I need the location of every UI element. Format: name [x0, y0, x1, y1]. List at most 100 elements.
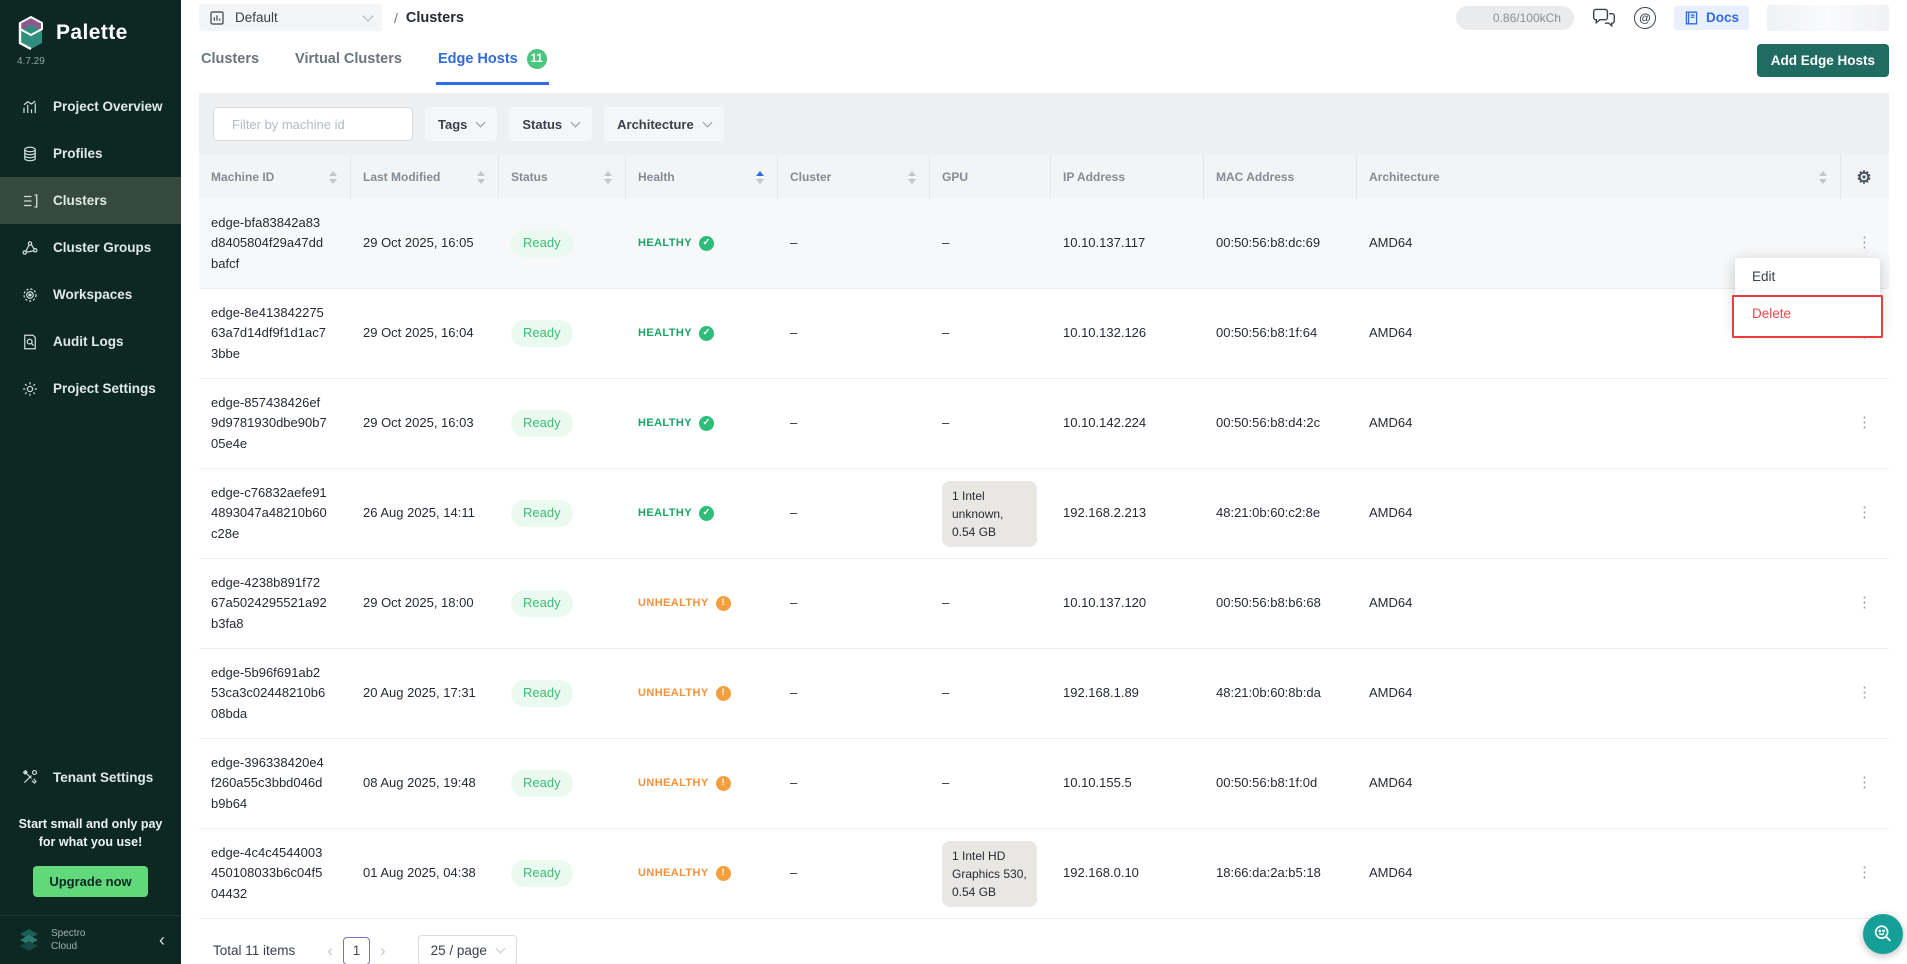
sidebar-item-workspaces[interactable]: Workspaces — [0, 271, 181, 318]
status-filter-dropdown[interactable]: Status — [509, 107, 592, 141]
status-badge: Ready — [511, 680, 573, 706]
add-edge-hosts-button[interactable]: Add Edge Hosts — [1757, 44, 1889, 77]
table-body: edge-bfa83842a83d8405804f29a47ddbafcf 29… — [199, 199, 1889, 919]
cell-mac-address: 00:50:56:b8:b6:68 — [1204, 593, 1357, 613]
table-row[interactable]: edge-396338420e4f260a55c3bbd046db9b64 08… — [199, 739, 1889, 829]
health-icon: ! — [716, 866, 731, 881]
sidebar-item-project-settings[interactable]: Project Settings — [0, 365, 181, 412]
status-badge: Ready — [511, 320, 573, 346]
col-label: Machine ID — [211, 170, 274, 184]
chevron-down-icon — [702, 117, 712, 127]
spectro-cloud-logo-icon — [16, 928, 42, 952]
context-menu-delete[interactable]: Delete — [1732, 295, 1883, 338]
sidebar-item-cluster-groups[interactable]: Cluster Groups — [0, 224, 181, 271]
mention-icon[interactable]: @ — [1634, 7, 1656, 29]
row-actions-kebab-icon[interactable]: ⋮ — [1841, 689, 1889, 697]
tab-label: Virtual Clusters — [295, 51, 402, 67]
tab-label: Clusters — [201, 51, 259, 67]
cell-gpu: 1 Intel unknown, 0.54 GB — [942, 481, 1037, 547]
col-label: Cluster — [790, 170, 831, 184]
machine-id-search[interactable] — [213, 107, 413, 141]
magnifier-smiley-icon — [1872, 923, 1894, 945]
table-row[interactable]: edge-4c4c4544003450108033b6c04f504432 01… — [199, 829, 1889, 919]
project-selector[interactable]: Default — [199, 4, 382, 31]
cell-architecture: AMD64 — [1357, 683, 1841, 703]
cell-gpu: – — [942, 415, 949, 430]
table-row[interactable]: edge-bfa83842a83d8405804f29a47ddbafcf 29… — [199, 199, 1889, 289]
cell-last-modified: 08 Aug 2025, 19:48 — [351, 773, 499, 793]
column-settings[interactable]: ⚙ — [1841, 155, 1889, 199]
col-health[interactable]: Health — [626, 155, 778, 199]
row-actions-kebab-icon[interactable]: ⋮ — [1841, 509, 1889, 517]
feedback-chat-icon[interactable] — [1592, 8, 1616, 28]
next-page-icon[interactable]: › — [370, 941, 396, 961]
col-label: Health — [638, 170, 675, 184]
table-row[interactable]: edge-4238b891f7267a5024295521a92b3fa8 29… — [199, 559, 1889, 649]
tab-virtual-clusters[interactable]: Virtual Clusters — [293, 37, 404, 83]
table-row[interactable]: edge-8e41384227563a7d14df9f1d1ac73bbe 29… — [199, 289, 1889, 379]
col-label: MAC Address — [1216, 170, 1294, 184]
sidebar-item-label: Project Overview — [53, 99, 163, 114]
col-last-modified[interactable]: Last Modified — [351, 155, 499, 199]
row-actions-kebab-icon[interactable]: ⋮ — [1841, 599, 1889, 607]
cell-gpu: – — [942, 685, 949, 700]
breadcrumb-separator: / — [394, 10, 398, 26]
gear-icon[interactable]: ⚙ — [1856, 169, 1871, 186]
sidebar-item-label: Profiles — [53, 146, 103, 161]
sidebar-item-profiles[interactable]: Profiles — [0, 130, 181, 177]
cell-cluster: – — [778, 413, 930, 433]
cell-architecture: AMD64 — [1357, 503, 1841, 523]
cell-gpu: – — [942, 325, 949, 340]
project-scope-icon — [209, 10, 225, 26]
row-actions-kebab-icon[interactable]: ⋮ — [1841, 419, 1889, 427]
book-icon — [1684, 10, 1699, 26]
cell-architecture: AMD64 — [1357, 863, 1841, 883]
cell-architecture: AMD64 — [1357, 773, 1841, 793]
upgrade-now-button[interactable]: Upgrade now — [33, 866, 147, 897]
cell-ip-address: 192.168.1.89 — [1051, 683, 1204, 703]
col-machine-id[interactable]: Machine ID — [199, 155, 351, 199]
loading-placeholder — [1767, 5, 1889, 31]
col-mac-address: MAC Address — [1204, 155, 1357, 199]
col-label: Architecture — [1369, 170, 1440, 184]
cell-machine-id: edge-396338420e4f260a55c3bbd046db9b64 — [199, 753, 351, 813]
col-status[interactable]: Status — [499, 155, 626, 199]
tab-edge-hosts[interactable]: Edge Hosts 11 — [436, 35, 549, 85]
help-chat-button[interactable] — [1863, 914, 1903, 954]
table-row[interactable]: edge-5b96f691ab253ca3c02448210b608bda 20… — [199, 649, 1889, 739]
search-input[interactable] — [232, 117, 408, 132]
row-context-menu: Edit Delete — [1735, 258, 1880, 330]
table-row[interactable]: edge-c76832aefe914893047a48210b60c28e 26… — [199, 469, 1889, 559]
tab-clusters[interactable]: Clusters — [199, 37, 261, 83]
sidebar-item-project-overview[interactable]: Project Overview — [0, 83, 181, 130]
cell-architecture: AMD64 — [1357, 413, 1841, 433]
page-size-select[interactable]: 25 / page — [418, 935, 517, 964]
prev-page-icon[interactable]: ‹ — [317, 941, 343, 961]
health-label: HEALTHY — [638, 505, 692, 522]
docs-button[interactable]: Docs — [1674, 6, 1749, 30]
sidebar-item-audit-logs[interactable]: Audit Logs — [0, 318, 181, 365]
sidebar-item-clusters[interactable]: Clusters — [0, 177, 181, 224]
cell-last-modified: 20 Aug 2025, 17:31 — [351, 683, 499, 703]
table-row[interactable]: edge-857438426ef9d9781930dbe90b705e4e 29… — [199, 379, 1889, 469]
promo-text: Start small and only pay for what you us… — [14, 815, 167, 853]
sidebar-item-tenant-settings[interactable]: Tenant Settings — [0, 754, 181, 801]
status-badge: Ready — [511, 770, 573, 796]
sidebar-collapse-icon[interactable]: ‹ — [159, 931, 165, 949]
filter-label: Tags — [438, 117, 467, 132]
page-number[interactable]: 1 — [343, 937, 370, 964]
row-actions-kebab-icon[interactable]: ⋮ — [1841, 239, 1889, 247]
row-actions-kebab-icon[interactable]: ⋮ — [1841, 779, 1889, 787]
chart-icon — [21, 98, 39, 116]
tags-filter-dropdown[interactable]: Tags — [425, 107, 497, 141]
table-header: Machine ID Last Modified Status Health C… — [199, 155, 1889, 199]
architecture-filter-dropdown[interactable]: Architecture — [604, 107, 724, 141]
row-actions-kebab-icon[interactable]: ⋮ — [1841, 869, 1889, 877]
col-architecture[interactable]: Architecture — [1357, 155, 1841, 199]
target-icon — [21, 286, 39, 304]
cell-last-modified: 26 Aug 2025, 14:11 — [351, 503, 499, 523]
filter-bar: Tags Status Architecture — [199, 93, 1889, 155]
chevron-down-icon — [496, 944, 506, 954]
context-menu-edit[interactable]: Edit — [1735, 258, 1880, 295]
col-cluster[interactable]: Cluster — [778, 155, 930, 199]
